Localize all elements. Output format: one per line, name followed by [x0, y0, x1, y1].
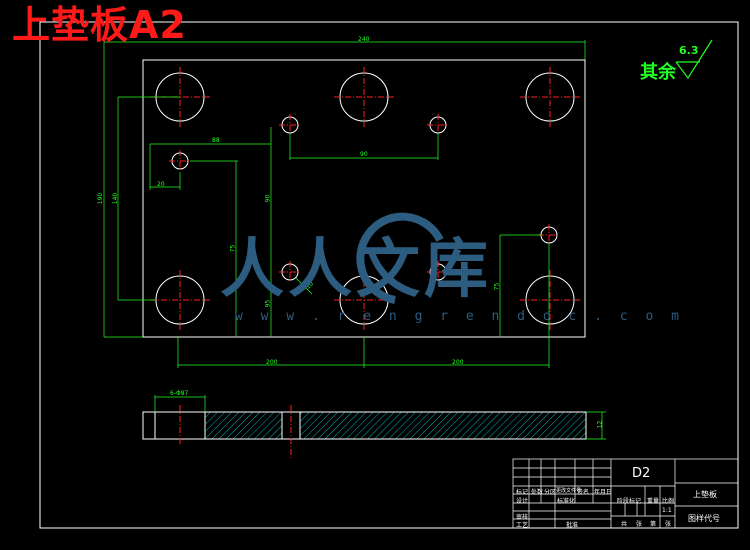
title-block-drawing-no: 图样代号 — [688, 514, 720, 523]
tb-cell-16: 第 — [650, 521, 657, 528]
dim-vertical-75-right: 75 — [493, 282, 501, 291]
tb-cell-1: 处数 — [531, 489, 544, 496]
tb-cell-2: 分区 — [544, 489, 557, 496]
watermark-url: w w w . r e n g r e n d o c . c o m — [235, 309, 684, 324]
title-block-part-name: 上垫板 — [693, 490, 717, 499]
tb-cell-5: 年月日 — [594, 489, 613, 496]
tb-cell-8: 阶段标记 — [617, 498, 642, 505]
dim-hole-row-height: 140 — [112, 192, 120, 205]
dim-bottom-left-span: 200 — [266, 359, 278, 366]
tb-cell-10: 比例 — [662, 498, 675, 505]
section-hatch-right — [300, 412, 586, 439]
title-block-scale: 1:1 — [662, 507, 672, 514]
dim-offset-88: 88 — [212, 137, 220, 144]
dim-overall-width: 240 — [358, 36, 370, 43]
dim-overall-height: 190 — [97, 192, 105, 205]
dim-vertical-90: 90 — [264, 194, 272, 203]
tb-cell-0: 标记 — [516, 489, 529, 496]
tb-cell-14: 共 — [621, 521, 628, 528]
roughness-label: 其余 — [640, 62, 676, 83]
tb-cell-6: 设计 — [516, 498, 529, 505]
dim-bottom-right-span: 200 — [452, 359, 464, 366]
tb-cell-7: 标准化 — [557, 498, 576, 505]
drawing-title: 上垫板A2 — [12, 3, 187, 47]
tb-cell-13: 批准 — [566, 522, 579, 529]
dim-section-callout: 6-Φ87 — [170, 390, 189, 397]
section-view — [142, 395, 606, 460]
roughness-value: 6.3 — [679, 44, 699, 57]
tb-cell-12: 工艺 — [516, 522, 529, 529]
tb-cell-4: 签名 — [577, 489, 590, 496]
section-hatch-left — [205, 412, 282, 439]
tb-cell-9: 重量 — [647, 498, 660, 505]
dim-section-thickness: 12 — [596, 420, 604, 429]
dim-top-hole-spacing: 90 — [360, 151, 368, 158]
dim-offset-20: 20 — [157, 181, 165, 188]
watermark-text: 人人文库 — [220, 233, 492, 307]
tb-cell-15: 张 — [636, 521, 643, 528]
tb-cell-17: 张 — [665, 521, 672, 528]
title-block-code: D2 — [632, 466, 651, 481]
